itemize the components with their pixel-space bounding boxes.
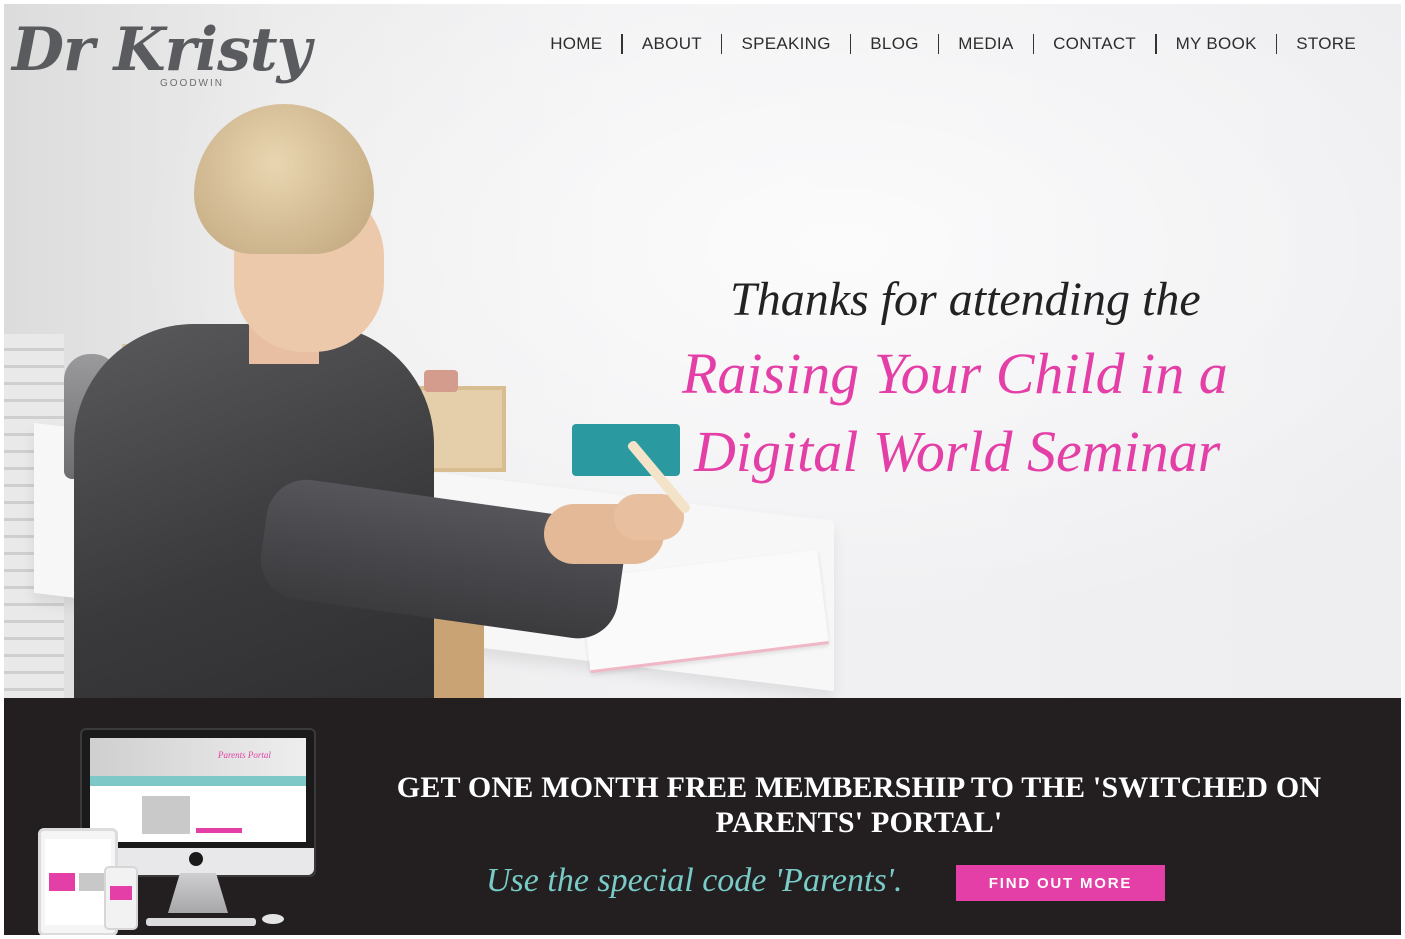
ipad-tile-pink: [49, 873, 75, 891]
hero-seminar-title-line1: Raising Your Child in a: [682, 341, 1228, 406]
screen-button: [196, 828, 242, 833]
imac-screen: Parents Portal: [90, 738, 306, 842]
screen-photo: [142, 796, 190, 834]
screen-nav-bar: [90, 776, 306, 786]
ipad-screen: [45, 839, 111, 925]
nav-divider: [720, 34, 723, 54]
person-hair: [194, 104, 374, 254]
logo-subtext: GOODWIN: [160, 78, 224, 89]
nav-divider: [937, 34, 940, 54]
promo-code-text: Use the special code 'Parents'.: [486, 862, 903, 899]
nav-divider: [621, 34, 623, 54]
nav-home[interactable]: HOME: [550, 34, 602, 54]
nav-media[interactable]: MEDIA: [958, 34, 1013, 54]
screen-header-band: [90, 738, 306, 776]
iphone-tile: [110, 886, 132, 900]
nav-my-book[interactable]: MY BOOK: [1176, 34, 1257, 54]
nav-divider: [1275, 34, 1278, 54]
hero-intro-text: Thanks for attending the: [730, 273, 1201, 326]
nav-divider: [1155, 34, 1157, 54]
nav-contact[interactable]: CONTACT: [1053, 34, 1136, 54]
nav-speaking[interactable]: SPEAKING: [741, 34, 830, 54]
nav-divider: [849, 34, 852, 54]
imac-stand: [168, 873, 228, 913]
nav-divider: [1032, 34, 1035, 54]
hero-seminar-title-line2: Digital World Seminar: [694, 419, 1221, 484]
site-logo[interactable]: Dr Kristy GOODWIN: [12, 10, 311, 110]
ipad-tile-grey: [79, 873, 105, 891]
iphone-mockup: [104, 866, 138, 930]
keyboard: [146, 918, 256, 926]
mouse: [262, 914, 284, 924]
find-out-more-button[interactable]: FIND OUT MORE: [956, 865, 1165, 901]
main-nav: HOME ABOUT SPEAKING BLOG MEDIA CONTACT M…: [550, 34, 1356, 54]
promo-headline: GET ONE MONTH FREE MEMBERSHIP TO THE 'SW…: [396, 771, 1322, 839]
page-frame: Dr Kristy GOODWIN HOME ABOUT SPEAKING BL…: [4, 4, 1401, 935]
apple-logo-icon: [189, 852, 203, 866]
screen-title: Parents Portal: [218, 750, 271, 760]
nav-blog[interactable]: BLOG: [870, 34, 918, 54]
hero-section: Dr Kristy GOODWIN HOME ABOUT SPEAKING BL…: [4, 4, 1401, 698]
nav-about[interactable]: ABOUT: [642, 34, 702, 54]
promo-banner: Parents Portal GET ONE MONTH FREE MEMBER…: [4, 698, 1401, 935]
nav-store[interactable]: STORE: [1296, 34, 1356, 54]
devices-mockup-image: Parents Portal: [38, 728, 328, 935]
